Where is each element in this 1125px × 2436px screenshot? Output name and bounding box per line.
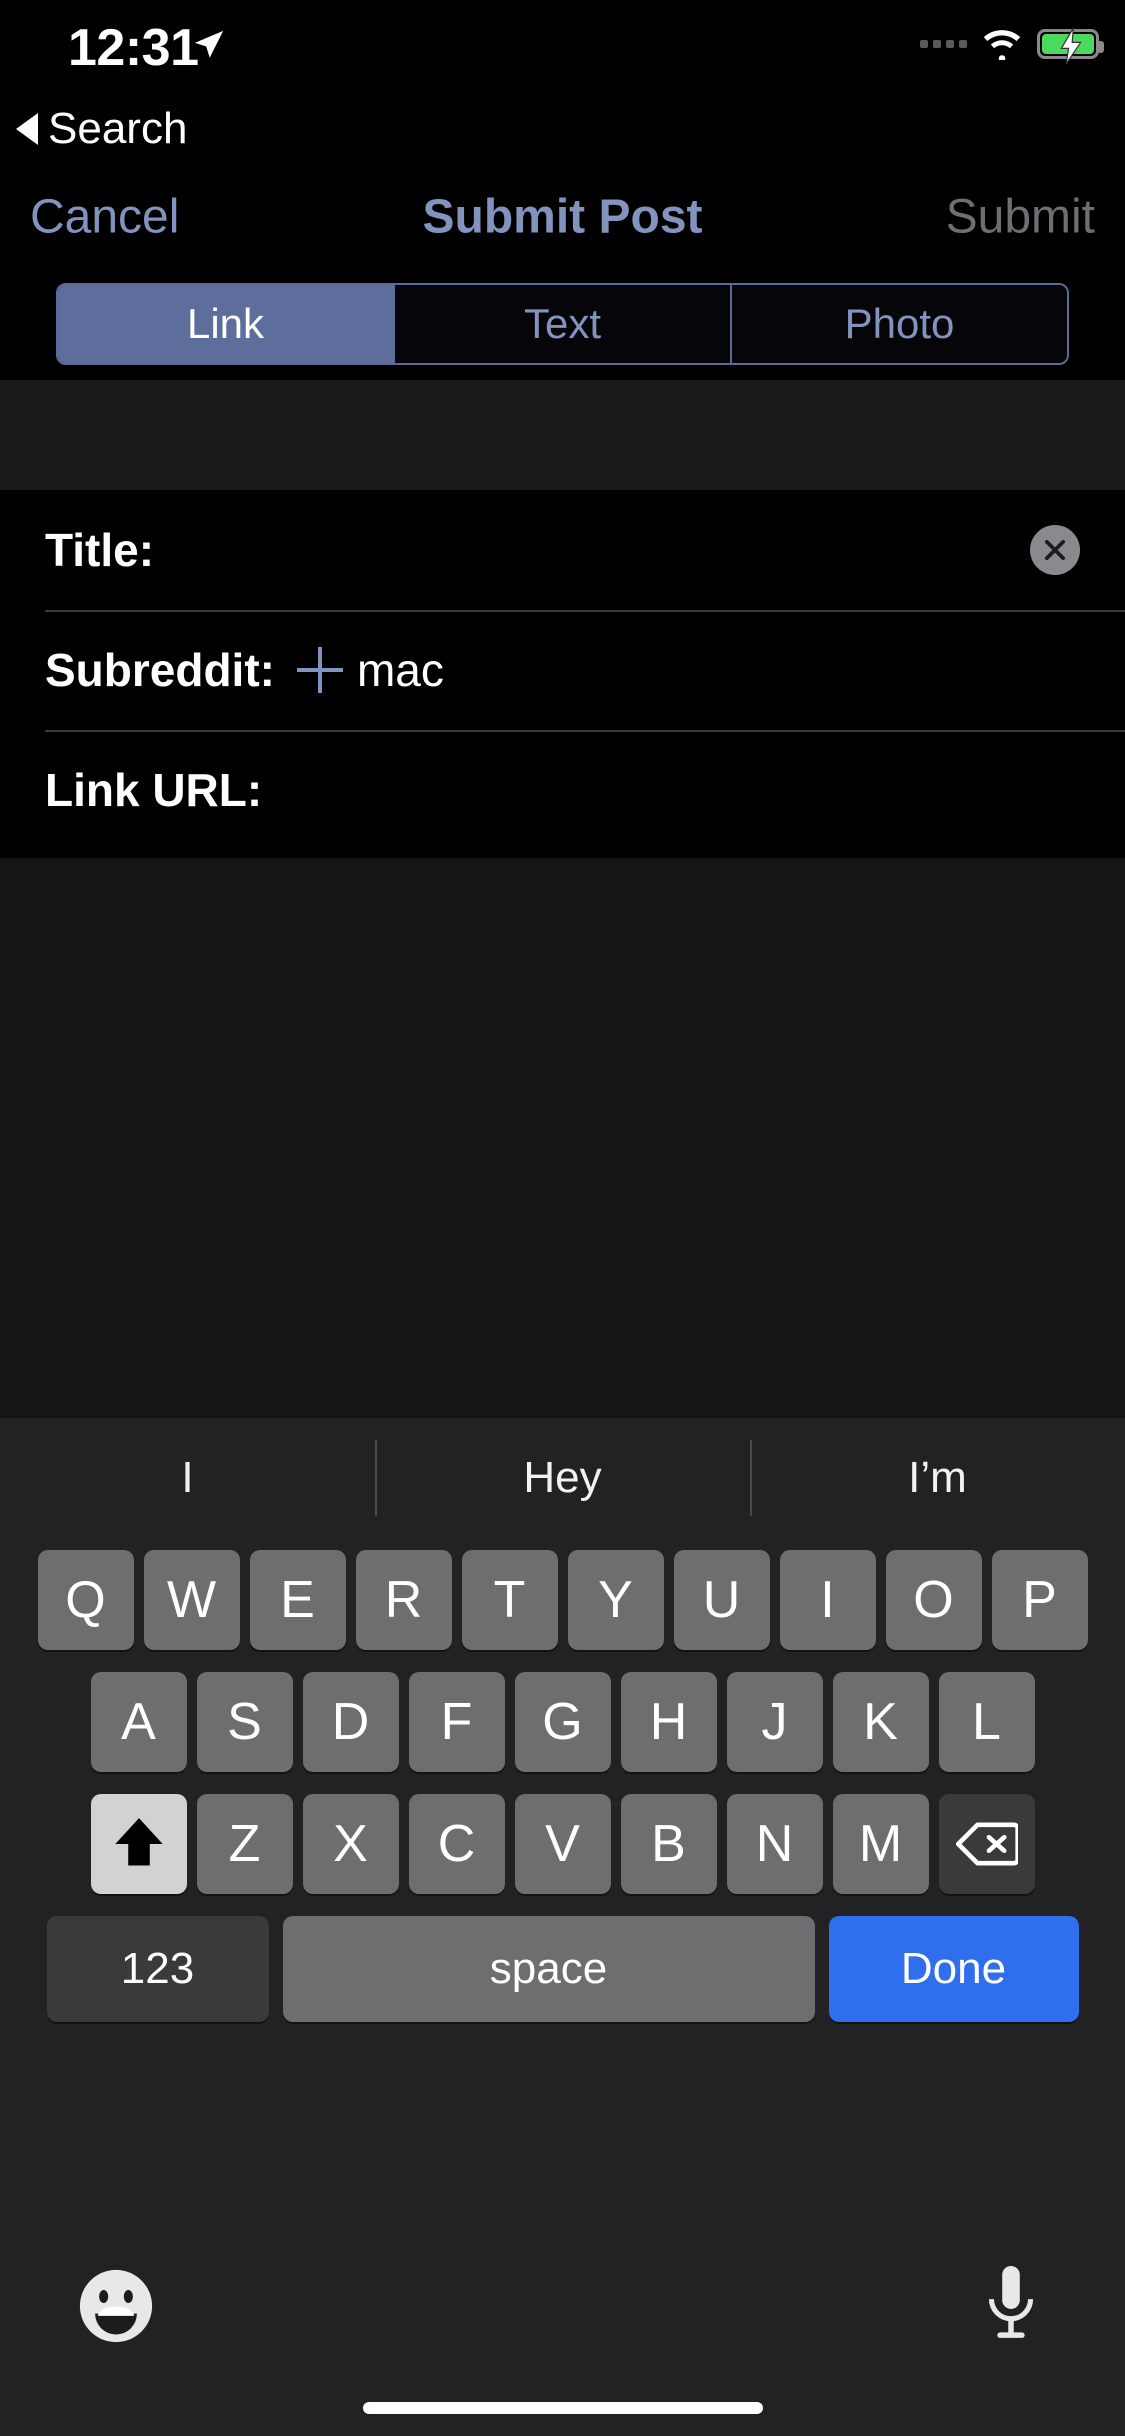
keyboard-row-2: A S D F G H J K L [0,1672,1125,1772]
segment-text[interactable]: Text [395,285,732,363]
key-f[interactable]: F [408,1672,505,1772]
navigation-bar: Cancel Submit Post Submit [0,168,1125,266]
microphone-icon[interactable] [985,2264,1037,2350]
content-gap-band [0,380,1125,490]
battery-charging-icon [1037,28,1104,64]
segmented-control-container: Link Text Photo [0,266,1125,380]
clear-circle-icon[interactable] [1030,525,1080,575]
key-x[interactable]: X [302,1794,399,1894]
link-url-field-label: Link URL: [45,764,263,816]
key-m[interactable]: M [832,1794,929,1894]
plus-icon[interactable] [296,647,343,693]
back-link-label: Search [48,104,188,153]
key-u[interactable]: U [673,1550,770,1650]
status-right-cluster [920,28,1104,64]
key-p[interactable]: P [991,1550,1088,1650]
numeric-key[interactable]: 123 [46,1916,269,2022]
backspace-key[interactable] [938,1794,1035,1894]
location-arrow-icon [194,30,224,58]
keyboard-row-4: 123 space Done [0,1916,1125,2022]
page-title: Submit Post [422,190,703,244]
key-v[interactable]: V [514,1794,611,1894]
shift-arrow-icon [114,1818,163,1866]
software-keyboard: I Hey I’m Q W E R T Y U I O P A S D F G … [0,1418,1125,2436]
key-a[interactable]: A [90,1672,187,1772]
shift-key[interactable] [90,1794,187,1894]
cellular-dots-icon [920,40,967,48]
cancel-button[interactable]: Cancel [30,190,179,245]
submit-button[interactable]: Submit [946,190,1095,245]
suggestion-2[interactable]: Hey [375,1418,750,1538]
key-e[interactable]: E [249,1550,346,1650]
key-l[interactable]: L [938,1672,1035,1772]
title-field-row[interactable]: Title: [0,490,1125,610]
key-g[interactable]: G [514,1672,611,1772]
key-j[interactable]: J [726,1672,823,1772]
emoji-smiley-icon[interactable] [78,2268,154,2344]
key-z[interactable]: Z [196,1794,293,1894]
key-h[interactable]: H [620,1672,717,1772]
keyboard-key-rows: Q W E R T Y U I O P A S D F G H J K L Z … [0,1538,1125,2022]
subreddit-field-value: mac [356,644,444,696]
home-indicator[interactable] [362,2402,763,2414]
back-to-search-link[interactable]: Search [16,104,187,154]
key-b[interactable]: B [620,1794,717,1894]
title-field-label: Title: [45,524,155,576]
backspace-icon [955,1822,1018,1866]
key-s[interactable]: S [196,1672,293,1772]
key-q[interactable]: Q [37,1550,134,1650]
key-n[interactable]: N [726,1794,823,1894]
link-url-field-row[interactable]: Link URL: [0,730,1125,850]
phone-screen: 12:31 Search Cancel Submit Post Submit L… [0,0,1125,2436]
key-d[interactable]: D [302,1672,399,1772]
subreddit-field-label: Subreddit: [45,644,275,696]
post-type-segmented-control[interactable]: Link Text Photo [56,283,1069,365]
key-t[interactable]: T [461,1550,558,1650]
suggestion-3[interactable]: I’m [750,1418,1125,1538]
key-k[interactable]: K [832,1672,929,1772]
segment-photo[interactable]: Photo [732,285,1067,363]
key-w[interactable]: W [143,1550,240,1650]
keyboard-row-1: Q W E R T Y U I O P [0,1550,1125,1650]
charging-bolt-icon [1060,28,1082,64]
key-r[interactable]: R [355,1550,452,1650]
empty-content-area [0,858,1125,1418]
key-o[interactable]: O [885,1550,982,1650]
status-bar: 12:31 [0,0,1125,96]
predictive-suggestion-bar: I Hey I’m [0,1418,1125,1538]
back-caret-icon [16,113,38,145]
space-key[interactable]: space [282,1916,815,2022]
done-key[interactable]: Done [828,1916,1079,2022]
suggestion-1[interactable]: I [0,1418,375,1538]
submit-post-form: Title: Subreddit: mac Link URL: [0,490,1125,858]
wifi-icon [983,30,1021,60]
close-icon [1044,539,1066,561]
keyboard-bottom-bar [0,2236,1125,2436]
segment-link[interactable]: Link [58,285,395,363]
key-c[interactable]: C [408,1794,505,1894]
key-i[interactable]: I [779,1550,876,1650]
key-y[interactable]: Y [567,1550,664,1650]
status-time: 12:31 [68,19,199,77]
subreddit-field-row[interactable]: Subreddit: mac [0,610,1125,730]
keyboard-row-3: Z X C V B N M [0,1794,1125,1894]
